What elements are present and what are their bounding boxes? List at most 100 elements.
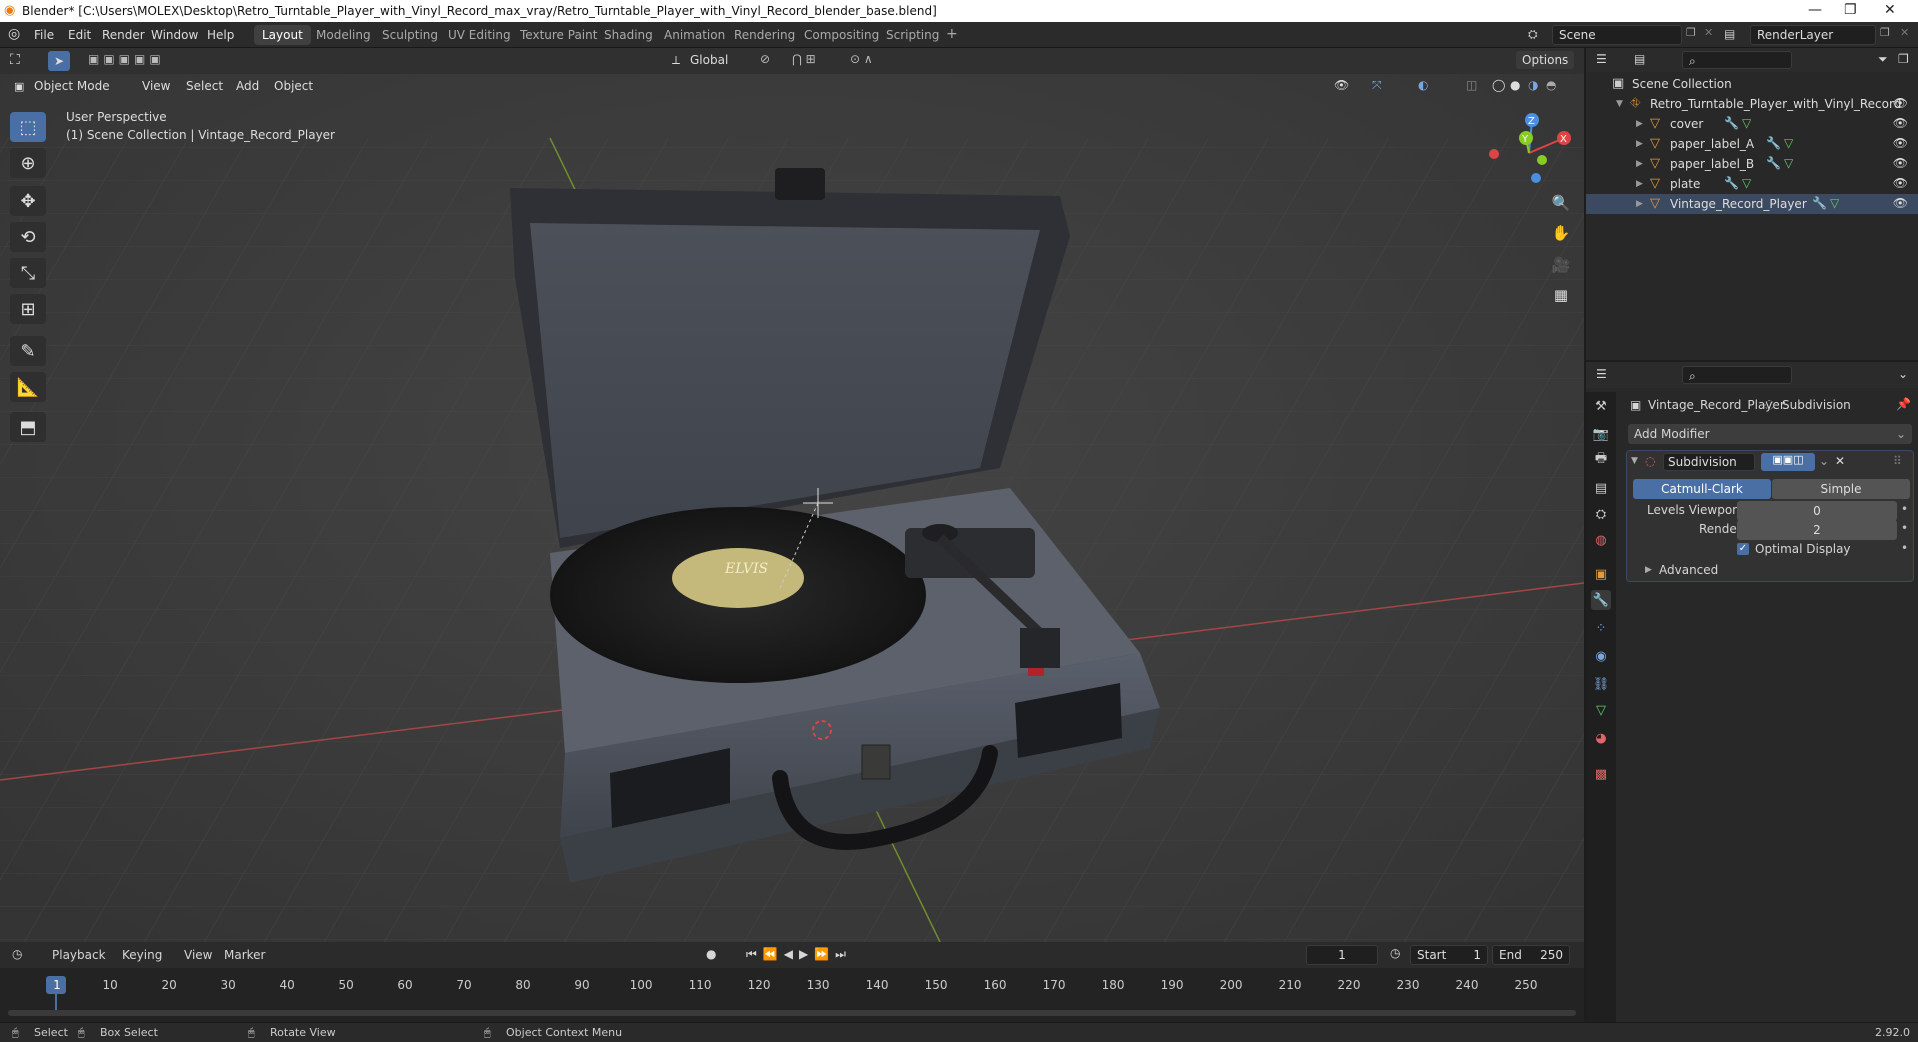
- outliner-scene-collection[interactable]: ▣ Scene Collection: [1586, 74, 1918, 94]
- vp-menu-add[interactable]: Add: [236, 79, 259, 93]
- proportional-edit-icon[interactable]: ⊙ ∧: [850, 52, 873, 66]
- outliner-editor-icon[interactable]: ☰: [1596, 52, 1607, 66]
- properties-editor-icon[interactable]: ☰: [1596, 367, 1607, 381]
- pin-icon[interactable]: 📌: [1896, 397, 1911, 411]
- particles-tab-icon[interactable]: ⁘: [1591, 618, 1611, 638]
- render-levels-field[interactable]: 2: [1737, 520, 1897, 540]
- material-tab-icon[interactable]: ◕: [1591, 728, 1611, 748]
- vp-menu-view[interactable]: View: [142, 79, 170, 93]
- minimize-icon[interactable]: —: [1808, 2, 1822, 18]
- xray-icon[interactable]: ◫: [1466, 78, 1477, 92]
- select-tool-icon[interactable]: ➤: [48, 51, 70, 71]
- outliner-search-input[interactable]: ⌕: [1682, 51, 1792, 69]
- menu-file[interactable]: File: [34, 28, 54, 42]
- visibility-eye-icon[interactable]: 👁: [1893, 156, 1908, 170]
- new-collection-icon[interactable]: ❐: [1898, 52, 1909, 66]
- remove-modifier-icon[interactable]: ✕: [1835, 454, 1845, 468]
- tab-sculpting[interactable]: Sculpting: [374, 25, 446, 45]
- texture-tab-icon[interactable]: ▩: [1591, 764, 1611, 784]
- pan-hand-icon[interactable]: ✋: [1548, 220, 1574, 246]
- object-tab-icon[interactable]: ▣: [1591, 564, 1611, 584]
- vp-menu-select[interactable]: Select: [186, 79, 223, 93]
- editor-type-icon[interactable]: ⛶: [10, 52, 20, 68]
- material-shading-icon[interactable]: ◑: [1528, 78, 1538, 92]
- physics-tab-icon[interactable]: ◉: [1591, 646, 1611, 666]
- menu-window[interactable]: Window: [151, 28, 198, 42]
- mode-dropdown[interactable]: Object Mode: [34, 79, 110, 93]
- filter-icon[interactable]: ⏷: [1878, 52, 1888, 67]
- data-tab-icon[interactable]: ▽: [1591, 700, 1611, 720]
- add-cube-tool[interactable]: ⬒: [10, 412, 46, 442]
- blender-menu-icon[interactable]: ◎: [8, 26, 20, 42]
- visibility-eye-icon[interactable]: 👁: [1893, 176, 1908, 190]
- orientation-dropdown[interactable]: Global: [690, 53, 728, 67]
- tab-uv-editing[interactable]: UV Editing: [440, 25, 519, 45]
- expand-icon[interactable]: ▼: [1616, 99, 1623, 109]
- collapse-icon[interactable]: ▼: [1631, 456, 1638, 466]
- tab-modeling[interactable]: Modeling: [308, 25, 379, 45]
- tab-scripting[interactable]: Scripting: [878, 25, 947, 45]
- tab-shading[interactable]: Shading: [596, 25, 661, 45]
- vp-menu-object[interactable]: Object: [274, 79, 313, 93]
- visibility-eye-icon[interactable]: 👁: [1893, 116, 1908, 130]
- world-tab-icon[interactable]: ◍: [1591, 530, 1611, 550]
- scene-field[interactable]: Scene: [1552, 25, 1682, 45]
- modifier-display-toggles[interactable]: ▣▣◫: [1761, 453, 1815, 471]
- transform-tool[interactable]: ⊞: [10, 294, 46, 324]
- view-layer-tab-icon[interactable]: ▤: [1591, 478, 1611, 498]
- keyframe-dot-icon[interactable]: •: [1901, 502, 1908, 516]
- expand-icon[interactable]: ▶: [1636, 199, 1643, 209]
- gizmo-toggle-icon[interactable]: ⤧: [1372, 78, 1382, 93]
- tab-texture-paint[interactable]: Texture Paint: [512, 25, 605, 45]
- 3d-viewport[interactable]: ELVIS ⛶ ➤ ▣▣▣▣▣ ⟂ Global ⊘ ⋂ ⊞ ⊙ ∧ Optio…: [0, 48, 1584, 942]
- simple-button[interactable]: Simple: [1772, 479, 1910, 499]
- outliner-item-plate[interactable]: ▶ ▽ plate 🔧 ▽ 👁: [1586, 174, 1918, 194]
- menu-help[interactable]: Help: [207, 28, 234, 42]
- camera-view-icon[interactable]: 🎥: [1548, 252, 1574, 278]
- select-box-tool[interactable]: ⬚: [10, 112, 46, 142]
- expand-icon[interactable]: ▶: [1636, 179, 1643, 189]
- tab-animation[interactable]: Animation: [656, 25, 733, 45]
- scene-tab-icon[interactable]: ⛭: [1591, 504, 1611, 524]
- drag-handle-icon[interactable]: ⠿: [1893, 454, 1902, 468]
- properties-options-icon[interactable]: ⌄: [1898, 367, 1908, 381]
- expand-icon[interactable]: ▶: [1636, 159, 1643, 169]
- outliner-item-cover[interactable]: ▶ ▽ cover 🔧 ▽ 👁: [1586, 114, 1918, 134]
- overlay-toggle-icon[interactable]: ◐: [1418, 78, 1428, 92]
- rotate-tool[interactable]: ⟲: [10, 222, 46, 252]
- expand-advanced-icon[interactable]: ▶: [1645, 565, 1652, 575]
- levels-viewport-field[interactable]: 0: [1737, 501, 1897, 521]
- outliner-item-paper-label-b[interactable]: ▶ ▽ paper_label_B 🔧 ▽ 👁: [1586, 154, 1918, 174]
- solid-shading-icon[interactable]: ●: [1510, 78, 1520, 92]
- scale-tool[interactable]: ⤡: [10, 258, 46, 288]
- options-button[interactable]: Options: [1516, 51, 1575, 69]
- properties-search-input[interactable]: ⌕: [1682, 366, 1792, 384]
- visibility-icon[interactable]: 👁: [1334, 78, 1349, 92]
- annotate-tool[interactable]: ✎: [10, 336, 46, 366]
- add-workspace-icon[interactable]: +: [946, 26, 958, 42]
- zoom-icon[interactable]: 🔍: [1548, 190, 1574, 216]
- pivot-icon[interactable]: ⊘: [760, 52, 770, 66]
- modifier-menu-icon[interactable]: ⌄: [1819, 454, 1829, 468]
- output-tab-icon[interactable]: 🖶: [1591, 450, 1611, 470]
- menu-render[interactable]: Render: [102, 28, 145, 42]
- delete-scene-icon[interactable]: ✕: [1704, 26, 1713, 39]
- move-tool[interactable]: ✥: [10, 186, 46, 216]
- ortho-grid-icon[interactable]: ▦: [1548, 282, 1574, 308]
- delete-view-layer-icon[interactable]: ✕: [1900, 26, 1909, 39]
- advanced-section[interactable]: Advanced: [1659, 563, 1718, 577]
- catmull-clark-button[interactable]: Catmull-Clark: [1633, 479, 1771, 499]
- navigation-gizmo[interactable]: Z X Y: [1484, 108, 1574, 198]
- render-tab-icon[interactable]: 📷: [1591, 424, 1611, 444]
- modifier-name-input[interactable]: Subdivision: [1663, 453, 1755, 471]
- visibility-eye-icon[interactable]: 👁: [1893, 196, 1908, 210]
- restore-icon[interactable]: ❐: [1844, 2, 1857, 18]
- view-layer-field[interactable]: RenderLayer: [1750, 25, 1876, 45]
- tab-compositing[interactable]: Compositing: [796, 25, 887, 45]
- outliner-item-vintage-record-player[interactable]: ▶ ▽ Vintage_Record_Player 🔧 ▽ 👁: [1586, 194, 1918, 214]
- add-modifier-dropdown[interactable]: Add Modifier ⌄: [1628, 424, 1912, 444]
- rendered-shading-icon[interactable]: ◓: [1546, 78, 1556, 92]
- tab-rendering[interactable]: Rendering: [726, 25, 803, 45]
- constraints-tab-icon[interactable]: ⛓: [1591, 674, 1611, 694]
- keyframe-dot-icon[interactable]: •: [1901, 541, 1908, 555]
